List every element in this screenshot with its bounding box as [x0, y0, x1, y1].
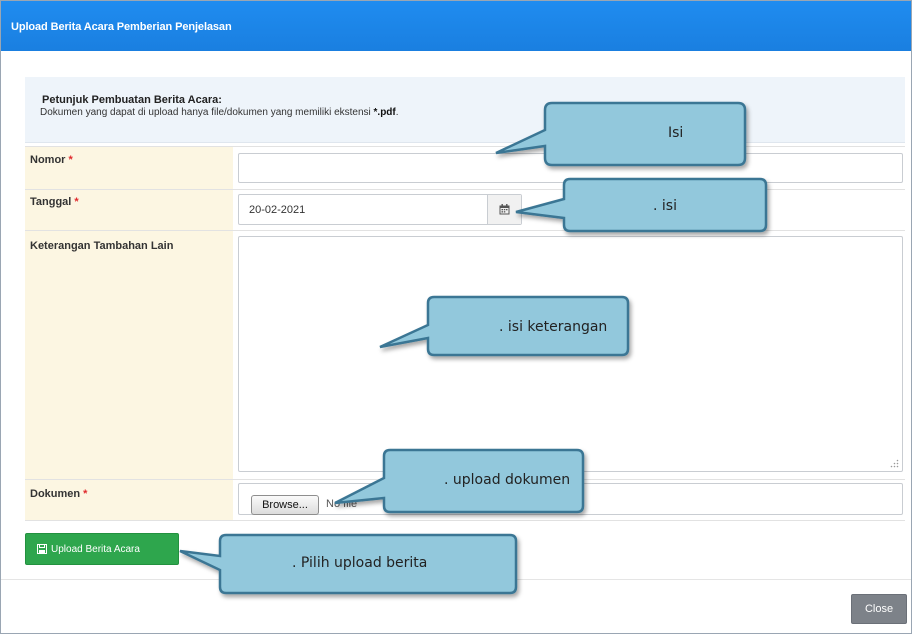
dokumen-label-text: Dokumen — [30, 488, 81, 500]
keterangan-label: Keterangan Tambahan Lain — [30, 240, 174, 252]
keterangan-textarea[interactable] — [238, 236, 903, 472]
row-divider — [25, 520, 905, 521]
upload-berita-acara-button[interactable]: Upload Berita Acara — [25, 533, 179, 565]
tanggal-value: 20-02-2021 — [249, 204, 306, 216]
nomor-label: Nomor * — [30, 154, 73, 166]
instructions-body: Dokumen yang dapat di upload hanya file/… — [40, 107, 374, 118]
modal-header: Upload Berita Acara Pemberian Penjelasan — [1, 1, 911, 51]
instructions-box: Petunjuk Pembuatan Berita Acara: Dokumen… — [25, 77, 905, 143]
floppy-disk-icon — [37, 544, 47, 554]
close-button[interactable]: Close — [851, 594, 907, 624]
browse-button[interactable]: Browse... — [251, 495, 319, 515]
instructions-text: Dokumen yang dapat di upload hanya file/… — [40, 107, 399, 118]
tanggal-label: Tanggal * — [30, 196, 79, 208]
calendar-button[interactable] — [487, 195, 521, 224]
dokumen-label: Dokumen * — [30, 488, 87, 500]
nomor-label-text: Nomor — [30, 154, 66, 166]
modal-footer-divider — [1, 579, 911, 580]
modal-title: Upload Berita Acara Pemberian Penjelasan — [11, 21, 232, 33]
upload-button-label: Upload Berita Acara — [51, 543, 140, 555]
callout-text-isi-keterangan: . isi keterangan — [499, 319, 608, 335]
callout-text-isi-tanggal: . isi — [653, 198, 677, 214]
upload-berita-acara-modal: Upload Berita Acara Pemberian Penjelasan… — [0, 0, 912, 634]
required-mark: * — [74, 196, 79, 208]
tanggal-label-cell: Tanggal * — [25, 190, 233, 230]
resize-handle-icon[interactable] — [890, 459, 899, 468]
calendar-icon — [499, 204, 510, 215]
callout-text-isi-nomor: Isi — [668, 125, 684, 141]
no-file-text: No file — [326, 498, 358, 510]
tanggal-input[interactable]: 20-02-2021 — [238, 194, 522, 225]
instructions-title: Petunjuk Pembuatan Berita Acara: — [42, 94, 222, 106]
tanggal-label-text: Tanggal — [30, 196, 72, 208]
instructions-extension: *.pdf — [373, 107, 396, 118]
dokumen-label-cell: Dokumen * — [25, 480, 233, 520]
callout-text-pilih-upload: . Pilih upload berita — [292, 555, 428, 571]
instructions-end: . — [395, 107, 399, 118]
nomor-input[interactable] — [238, 153, 903, 183]
callout-text-upload-dokumen: . upload dokumen — [444, 472, 571, 488]
nomor-label-cell: Nomor * — [25, 147, 233, 189]
required-mark: * — [83, 488, 88, 500]
dokumen-file-input[interactable]: Browse... No file — [238, 483, 903, 515]
keterangan-label-cell: Keterangan Tambahan Lain — [25, 231, 233, 479]
required-mark: * — [68, 154, 73, 166]
